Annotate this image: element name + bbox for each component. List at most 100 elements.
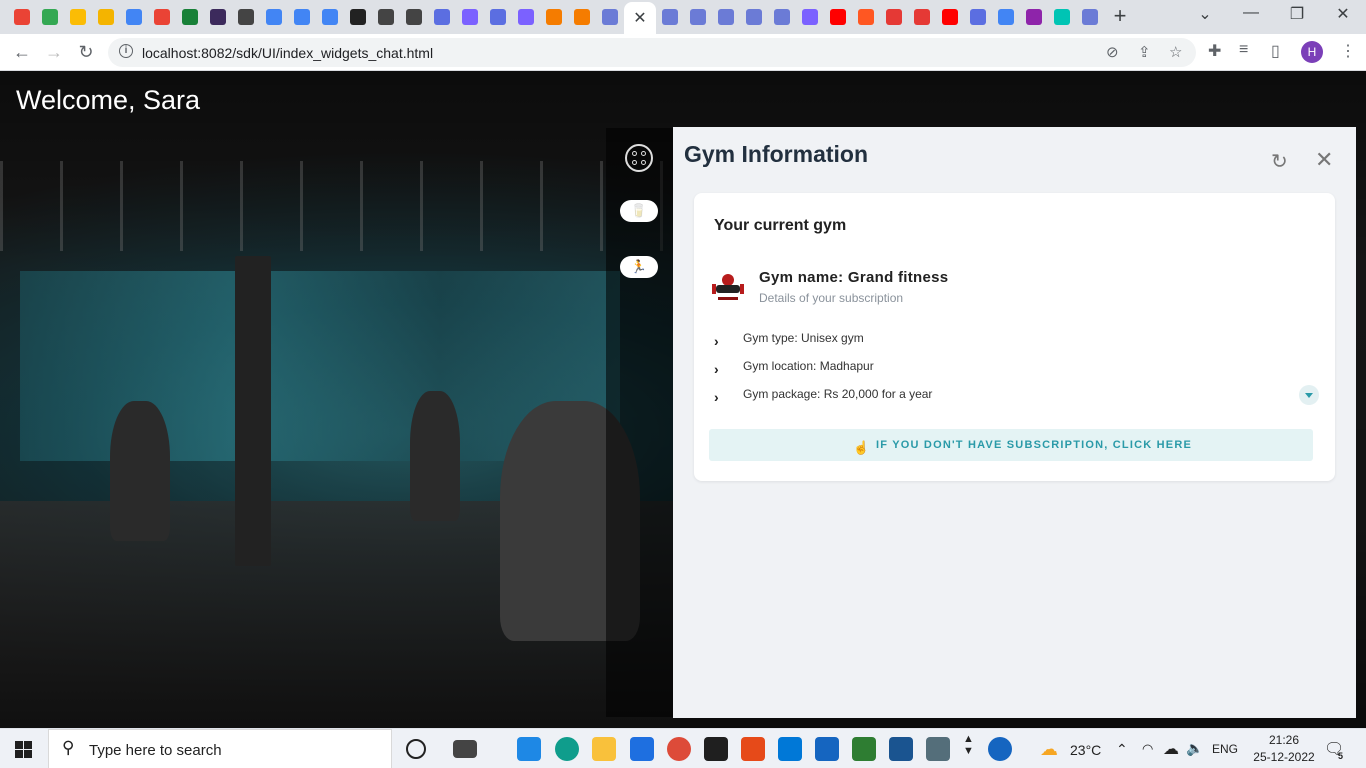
cortana-icon[interactable]	[406, 739, 426, 759]
browser-tab[interactable]	[596, 5, 624, 29]
browser-tab[interactable]	[936, 5, 964, 29]
browser-tab[interactable]	[908, 5, 936, 29]
browser-tab[interactable]	[232, 5, 260, 29]
side-panel-icon[interactable]: ▯	[1271, 41, 1280, 61]
excel-icon[interactable]	[852, 737, 876, 761]
weather-temp[interactable]: 23°C	[1070, 742, 1101, 758]
blocked-icon[interactable]: ⊘	[1106, 43, 1119, 61]
browser-tab[interactable]	[372, 5, 400, 29]
browser-tab[interactable]	[1020, 5, 1048, 29]
browser-tab[interactable]	[768, 5, 796, 29]
tray-chevron-icon[interactable]: ⌃	[1116, 741, 1128, 758]
reload-button[interactable]: ↻	[74, 40, 98, 64]
subscription-button[interactable]: ☝ IF YOU DON'T HAVE SUBSCRIPTION, CLICK …	[709, 429, 1313, 461]
chrome-icon[interactable]	[667, 737, 691, 761]
browser-tab[interactable]	[1048, 5, 1076, 29]
browser-tab[interactable]	[8, 5, 36, 29]
browser-tab[interactable]	[36, 5, 64, 29]
file-explorer-icon[interactable]	[592, 737, 616, 761]
app-icon[interactable]	[926, 737, 950, 761]
clock-date[interactable]: 25-12-2022	[1248, 750, 1320, 764]
browser-tab[interactable]	[1076, 5, 1104, 29]
onedrive-icon[interactable]: ☁	[1163, 739, 1179, 759]
browser-tab[interactable]	[824, 5, 852, 29]
tab-list-right	[656, 5, 1104, 29]
office-icon[interactable]	[741, 737, 765, 761]
network-icon[interactable]: ◠	[1142, 741, 1153, 757]
mysql-icon[interactable]	[889, 737, 913, 761]
widgets-menu-icon[interactable]	[625, 144, 653, 172]
bookmark-star-icon[interactable]: ☆	[1169, 43, 1182, 61]
tab-favicon-icon	[942, 9, 958, 25]
taskbar-search[interactable]: ⚲ Type here to search	[48, 729, 392, 768]
profile-avatar[interactable]: H	[1301, 41, 1323, 63]
browser-tab[interactable]	[120, 5, 148, 29]
refresh-icon[interactable]: ↻	[1271, 149, 1288, 174]
browser-tab[interactable]	[512, 5, 540, 29]
browser-tab[interactable]	[964, 5, 992, 29]
back-button[interactable]: ←	[10, 40, 34, 64]
browser-tab[interactable]	[684, 5, 712, 29]
browser-tab[interactable]	[260, 5, 288, 29]
minimize-button[interactable]: —	[1239, 4, 1263, 22]
browser-tab[interactable]	[316, 5, 344, 29]
close-panel-icon[interactable]: ✕	[1315, 147, 1333, 173]
edge-legacy-icon[interactable]	[517, 737, 541, 761]
address-bar[interactable]: i localhost:8082/sdk/UI/index_widgets_ch…	[108, 38, 1196, 67]
close-tab-icon[interactable]: ✕	[633, 8, 646, 28]
scroll-down-icon[interactable]	[1299, 385, 1319, 405]
browser-tab[interactable]	[484, 5, 512, 29]
gym-package-row[interactable]: › Gym package: Rs 20,000 for a year	[714, 387, 1014, 405]
browser-tab[interactable]	[92, 5, 120, 29]
restore-button[interactable]: ❐	[1285, 4, 1309, 24]
mail-icon[interactable]	[815, 737, 839, 761]
help-icon[interactable]	[988, 737, 1012, 761]
browser-tab[interactable]	[740, 5, 768, 29]
browser-tab[interactable]	[796, 5, 824, 29]
clock-time[interactable]: 21:26	[1262, 733, 1306, 747]
gym-type-row[interactable]: › Gym type: Unisex gym	[714, 331, 1014, 349]
browser-tab[interactable]	[712, 5, 740, 29]
browser-tab[interactable]	[176, 5, 204, 29]
close-window-button[interactable]: ✕	[1331, 4, 1355, 24]
browser-tab[interactable]	[400, 5, 428, 29]
volume-icon[interactable]: 🔈	[1186, 740, 1203, 757]
terminal-icon[interactable]	[704, 737, 728, 761]
dropbox-icon[interactable]	[630, 737, 654, 761]
browser-tab[interactable]	[428, 5, 456, 29]
current-gym-card: Your current gym Gym name: Grand fitness…	[694, 193, 1335, 481]
browser-tab[interactable]	[568, 5, 596, 29]
menu-icon[interactable]: ⋮	[1340, 41, 1356, 61]
gym-widget-button[interactable]: 🏃	[620, 256, 658, 278]
task-view-icon[interactable]	[453, 740, 477, 758]
extensions-icon[interactable]: ✚	[1208, 41, 1221, 61]
reading-list-icon[interactable]: ≡	[1239, 41, 1248, 59]
water-widget-button[interactable]: 🥛	[620, 200, 658, 222]
language-indicator[interactable]: ENG	[1212, 742, 1238, 756]
browser-tab[interactable]	[64, 5, 92, 29]
site-info-icon[interactable]: i	[119, 44, 133, 58]
tab-search-icon[interactable]: ⌄	[1193, 4, 1217, 24]
tray-scroll-icon[interactable]: ▲ ▼	[963, 733, 974, 757]
browser-tab[interactable]	[656, 5, 684, 29]
browser-tab[interactable]	[992, 5, 1020, 29]
weather-icon[interactable]: ☁	[1040, 739, 1058, 760]
browser-tab[interactable]	[852, 5, 880, 29]
forward-button[interactable]: →	[42, 40, 66, 64]
gym-information-panel: Gym Information ↻ ✕ Your current gym Gym…	[673, 127, 1356, 718]
browser-tab[interactable]	[880, 5, 908, 29]
share-icon[interactable]: ⇪	[1138, 43, 1151, 61]
browser-tab[interactable]	[148, 5, 176, 29]
browser-tab[interactable]	[344, 5, 372, 29]
gym-location-row[interactable]: › Gym location: Madhapur	[714, 359, 1014, 377]
url-text[interactable]: localhost:8082/sdk/UI/index_widgets_chat…	[142, 45, 433, 61]
start-button[interactable]	[15, 741, 32, 758]
edge-icon[interactable]	[555, 737, 579, 761]
store-icon[interactable]	[778, 737, 802, 761]
browser-tab[interactable]	[288, 5, 316, 29]
browser-tab[interactable]	[204, 5, 232, 29]
browser-tab[interactable]	[456, 5, 484, 29]
new-tab-button[interactable]: +	[1108, 5, 1132, 29]
browser-tab[interactable]	[540, 5, 568, 29]
active-tab[interactable]: ✕	[624, 2, 656, 34]
